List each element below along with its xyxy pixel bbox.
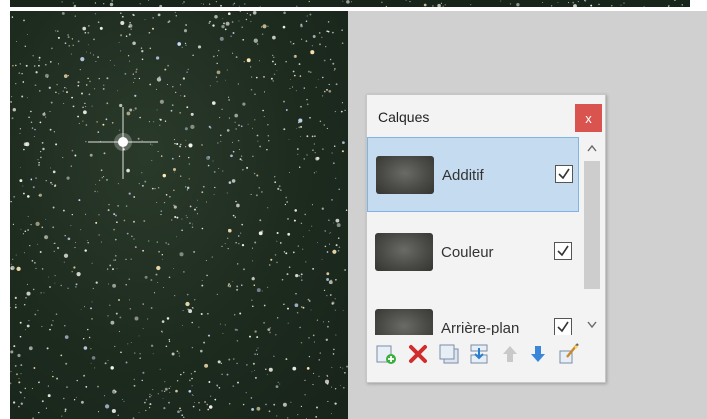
merge-layer-down-icon[interactable] (468, 343, 490, 365)
layer-visibility-checkbox[interactable] (554, 242, 572, 260)
scroll-up-arrow-icon[interactable] (581, 137, 603, 159)
close-button[interactable]: x (575, 104, 602, 132)
star-field-image (10, 11, 348, 419)
canvas-workspace[interactable]: Calques x Additif Couleur Arrière-plan (10, 11, 707, 419)
duplicate-layer-icon[interactable] (438, 343, 460, 365)
scrollbar-thumb[interactable] (584, 161, 600, 289)
panel-title: Calques (378, 109, 430, 125)
layers-toolbar (367, 335, 605, 381)
layer-list-scrollbar[interactable] (581, 137, 603, 335)
image-top-strip (10, 0, 690, 7)
layer-name: Couleur (441, 244, 494, 261)
layer-visibility-checkbox[interactable] (554, 318, 572, 335)
layer-properties-icon[interactable] (558, 343, 580, 365)
move-layer-down-icon[interactable] (527, 343, 549, 365)
add-layer-icon[interactable] (375, 343, 397, 365)
scroll-down-arrow-icon[interactable] (581, 313, 603, 335)
checkmark-icon (557, 321, 569, 333)
layer-item-arriere-plan[interactable]: Arrière-plan (367, 293, 579, 335)
layer-list: Additif Couleur Arrière-plan (367, 137, 581, 335)
layer-name: Additif (442, 167, 484, 184)
layer-item-couleur[interactable]: Couleur (367, 215, 579, 290)
checkmark-icon (557, 245, 569, 257)
layers-panel: Calques x Additif Couleur Arrière-plan (366, 94, 606, 383)
delete-layer-icon[interactable] (407, 343, 429, 365)
move-layer-up-icon[interactable] (499, 343, 521, 365)
layer-name: Arrière-plan (441, 320, 520, 335)
layer-item-additif[interactable]: Additif (367, 137, 579, 212)
layer-visibility-checkbox[interactable] (555, 165, 573, 183)
layer-thumbnail (376, 156, 434, 194)
checkmark-icon (558, 168, 570, 180)
layer-thumbnail (375, 309, 433, 335)
layer-thumbnail (375, 233, 433, 271)
